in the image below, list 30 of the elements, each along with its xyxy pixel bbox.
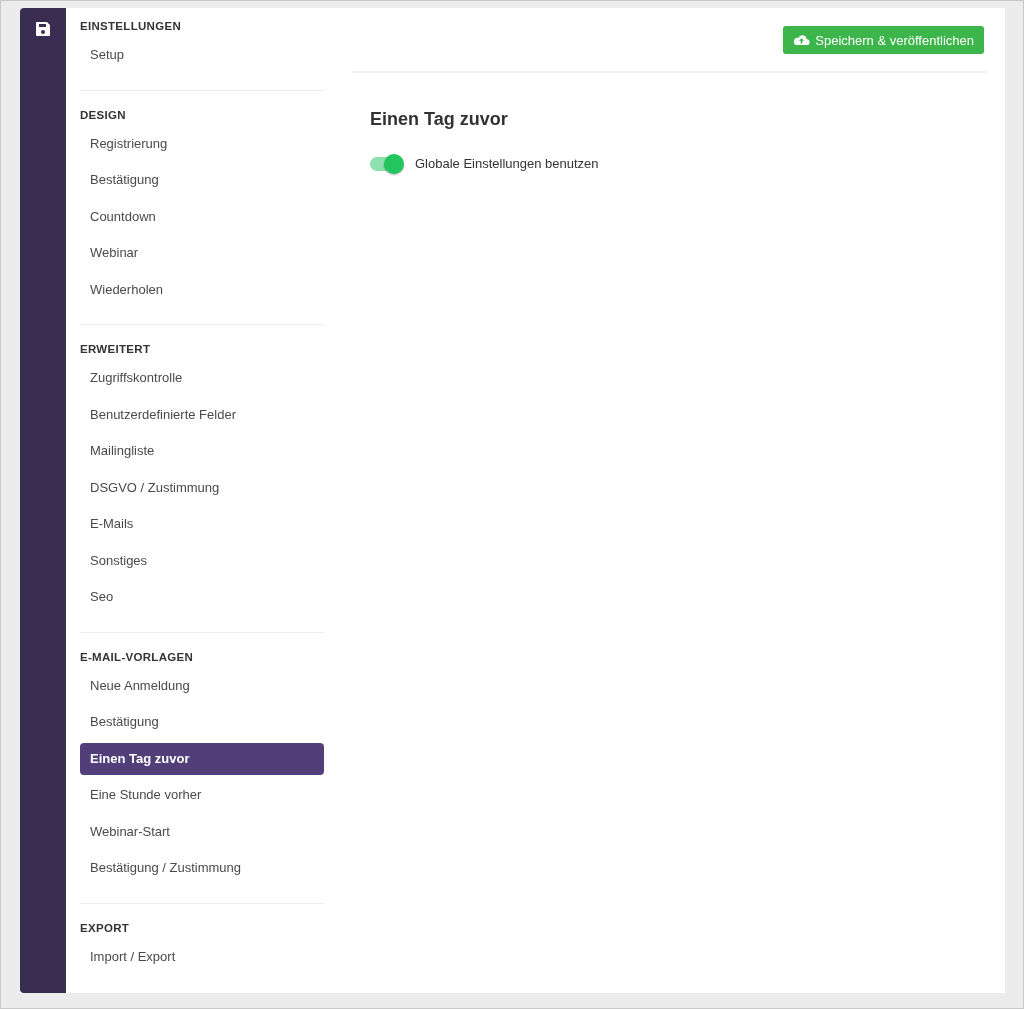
nav-item[interactable]: Wiederholen [80, 271, 324, 308]
nav-item[interactable]: Eine Stunde vorher [80, 777, 324, 814]
nav-item[interactable]: Seo [80, 579, 324, 616]
nav-item[interactable]: Neue Anmeldung [80, 667, 324, 704]
nav-item[interactable]: Webinar-Start [80, 813, 324, 850]
nav-item[interactable]: Countdown [80, 198, 324, 235]
nav-item[interactable]: Zugriffskontrolle [80, 360, 324, 397]
nav-item[interactable]: Registrierung [80, 125, 324, 162]
nav-item[interactable]: DSGVO / Zustimmung [80, 469, 324, 506]
nav-item[interactable]: Mailingliste [80, 433, 324, 470]
nav-item[interactable]: Sonstiges [80, 542, 324, 579]
nav-item[interactable]: Webinar [80, 235, 324, 272]
nav-item[interactable]: Bestätigung [80, 704, 324, 741]
nav-item[interactable]: Einen Tag zuvor [80, 742, 324, 775]
toggle-switch[interactable] [370, 156, 402, 171]
page-title: Einen Tag zuvor [370, 109, 509, 130]
section-heading: DESIGN [80, 107, 127, 123]
save-icon[interactable] [35, 21, 51, 37]
section-heading: EINSTELLUNGEN [80, 19, 182, 34]
nav-item[interactable]: Benutzerdefinierte Felder [80, 396, 324, 433]
section-heading: ERWEITERT [80, 342, 152, 357]
nav-item[interactable]: Bestätigung [80, 162, 324, 199]
nav-item[interactable]: Setup [80, 37, 324, 74]
nav-item[interactable]: Bestätigung / Zustimmung [80, 850, 324, 887]
nav-item[interactable]: E-Mails [80, 506, 324, 543]
nav-item[interactable]: Import / Export [80, 938, 324, 975]
section-heading: E-MAIL-VORLAGEN [80, 649, 195, 665]
toggle-label: Globale Einstellungen benutzen [415, 156, 599, 171]
cloud-upload-icon [793, 34, 811, 46]
section-heading: EXPORT [80, 920, 131, 936]
